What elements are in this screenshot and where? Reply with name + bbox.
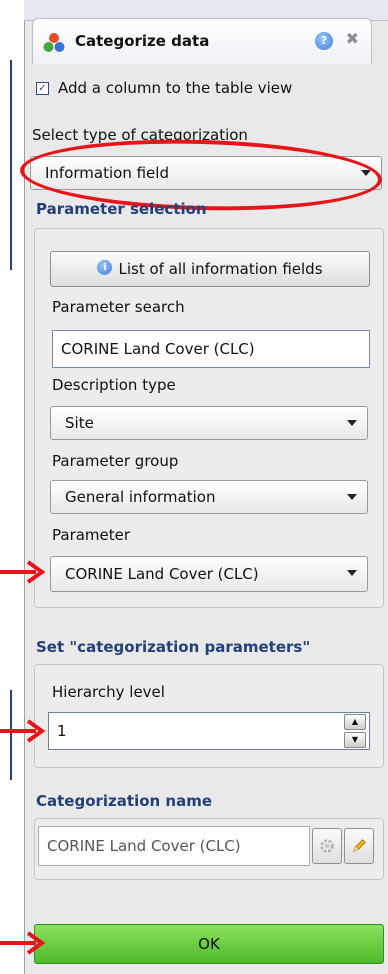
chevron-down-icon xyxy=(347,420,357,426)
hierarchy-level-value: 1 xyxy=(57,722,67,740)
spin-up-icon[interactable]: ▲ xyxy=(344,714,366,730)
annotation-arrow xyxy=(0,719,46,743)
parameter-group-value: General information xyxy=(65,488,216,506)
edit-button[interactable] xyxy=(344,828,374,864)
hierarchy-level-label: Hierarchy level xyxy=(52,683,165,701)
parameter-select[interactable]: CORINE Land Cover (CLC) xyxy=(50,556,368,592)
description-type-select[interactable]: Site xyxy=(50,406,368,440)
close-icon[interactable]: ✖ xyxy=(346,29,359,48)
window-edge xyxy=(10,60,12,270)
categorize-icon xyxy=(43,33,65,52)
parameter-search-input[interactable]: CORINE Land Cover (CLC) xyxy=(52,330,370,368)
categorization-name-input[interactable]: CORINE Land Cover (CLC) xyxy=(38,826,310,866)
categorization-name-header: Categorization name xyxy=(36,792,213,810)
hierarchy-level-input[interactable]: 1 xyxy=(48,712,370,750)
panel-title: Categorize data xyxy=(75,32,210,50)
panel-tab[interactable]: Categorize data ? ✖ xyxy=(32,18,372,64)
add-column-label: Add a column to the table view xyxy=(58,79,293,97)
categorization-parameters-header: Set "categorization parameters" xyxy=(36,638,311,656)
parameter-group-label: Parameter group xyxy=(52,452,179,470)
settings-button[interactable] xyxy=(312,828,342,864)
help-icon[interactable]: ? xyxy=(315,32,333,50)
annotation-arrow xyxy=(0,931,46,955)
spin-down-icon[interactable]: ▼ xyxy=(344,732,366,748)
gear-icon xyxy=(320,839,334,853)
description-type-label: Description type xyxy=(52,376,176,394)
parameter-group-select[interactable]: General information xyxy=(50,480,368,514)
add-column-checkbox[interactable]: ✓ xyxy=(36,82,49,95)
annotation-arrow xyxy=(0,560,46,584)
info-icon: i xyxy=(97,260,113,275)
description-type-value: Site xyxy=(65,414,94,432)
parameter-value: CORINE Land Cover (CLC) xyxy=(65,565,259,583)
list-fields-label: List of all information fields xyxy=(118,260,323,278)
pencil-icon xyxy=(352,839,366,853)
parameter-search-label: Parameter search xyxy=(52,298,185,316)
chevron-down-icon xyxy=(347,494,357,500)
hierarchy-spinner[interactable]: ▲ ▼ xyxy=(344,714,366,748)
parameter-label: Parameter xyxy=(52,526,131,544)
parameter-selection-header: Parameter selection xyxy=(36,200,207,218)
list-fields-button[interactable]: i List of all information fields xyxy=(50,251,370,287)
background-strip xyxy=(0,0,18,974)
ok-button[interactable]: OK xyxy=(34,924,384,964)
chevron-down-icon xyxy=(347,570,357,576)
